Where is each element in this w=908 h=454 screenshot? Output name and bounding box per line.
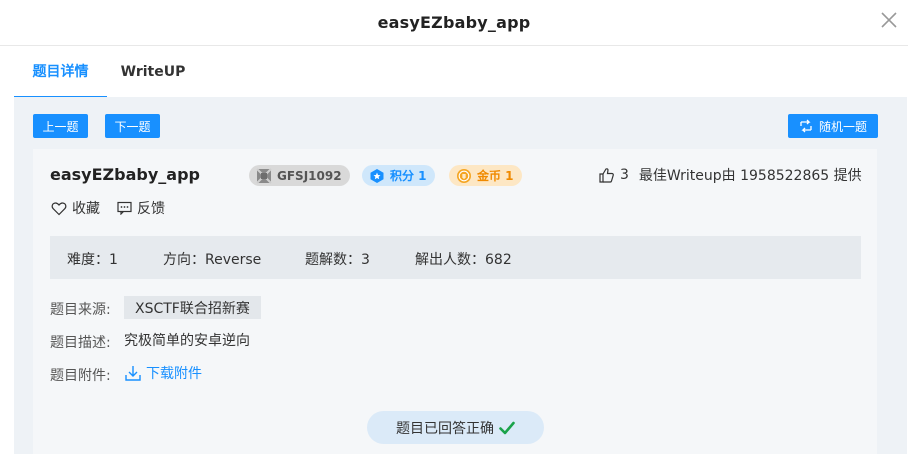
next-challenge-button[interactable]: 下一题 — [105, 114, 160, 138]
source-tag: XSCTF联合招新赛 — [124, 296, 261, 319]
points-text: 积分 1 — [390, 169, 427, 183]
feedback-button[interactable]: 反馈 — [117, 198, 165, 218]
difficulty-stat: 难度：1 — [67, 252, 118, 268]
feedback-icon — [117, 201, 132, 215]
source-label: 题目来源: — [50, 302, 111, 318]
tab-challenge-details[interactable]: 题目详情 — [14, 46, 107, 98]
action-row: 收藏 反馈 — [51, 198, 182, 218]
download-label: 下载附件 — [146, 366, 202, 382]
best-writeup-text: 最佳Writeup由 1958522865 提供 — [638, 168, 862, 184]
thumbs-up-icon[interactable] — [598, 167, 615, 184]
modal-title: easyEZbaby_app — [377, 13, 531, 32]
answered-text: 题目已回答正确 — [396, 420, 494, 437]
heart-icon — [51, 201, 67, 215]
stats-bar: 难度：1 方向：Reverse 题解数：3 解出人数：682 — [50, 236, 861, 279]
coins-text: 金币 1 — [477, 169, 514, 183]
points-icon — [370, 168, 384, 183]
random-challenge-button[interactable]: 随机一题 — [788, 114, 878, 138]
solvers-stat: 解出人数：682 — [415, 252, 512, 268]
challenge-card: easyEZbaby_app GFSJ1092 积分 1 金币 1 3 最佳Wr… — [33, 149, 877, 454]
coins-badge: 金币 1 — [449, 165, 522, 186]
likes-info: 3 最佳Writeup由 1958522865 提供 — [598, 165, 862, 185]
answered-status: 题目已回答正确 — [367, 411, 544, 444]
coin-icon — [457, 168, 471, 183]
challenge-name: easyEZbaby_app — [50, 165, 200, 184]
content-area: 上一题 下一题 随机一题 easyEZbaby_app GFSJ1092 积分 … — [14, 97, 907, 454]
download-attachment-link[interactable]: 下载附件 — [124, 363, 202, 383]
tab-writeup[interactable]: WriteUP — [107, 46, 199, 98]
check-icon — [499, 421, 515, 434]
favorite-label: 收藏 — [72, 201, 100, 217]
challenge-id-text: GFSJ1092 — [277, 168, 342, 183]
close-icon[interactable] — [880, 11, 898, 29]
solves-stat: 题解数：3 — [305, 252, 370, 268]
description-text: 究极简单的安卓逆向 — [124, 333, 250, 349]
likes-count: 3 — [620, 167, 629, 183]
prev-challenge-button[interactable]: 上一题 — [33, 114, 88, 138]
feedback-label: 反馈 — [137, 201, 165, 217]
favorite-button[interactable]: 收藏 — [51, 198, 100, 218]
attachment-label: 题目附件: — [50, 368, 111, 384]
direction-stat: 方向：Reverse — [163, 252, 262, 268]
points-badge: 积分 1 — [362, 165, 435, 186]
download-icon — [125, 366, 141, 381]
random-challenge-label: 随机一题 — [818, 119, 867, 134]
description-label: 题目描述: — [50, 335, 111, 351]
id-icon — [256, 167, 272, 184]
challenge-modal: easyEZbaby_app 题目详情 WriteUP 上一题 下一题 随机一题… — [0, 0, 908, 454]
modal-header: easyEZbaby_app — [0, 0, 908, 46]
challenge-id-badge: GFSJ1092 — [249, 165, 350, 186]
shuffle-icon — [800, 119, 812, 133]
tab-bar: 题目详情 WriteUP — [0, 46, 908, 98]
